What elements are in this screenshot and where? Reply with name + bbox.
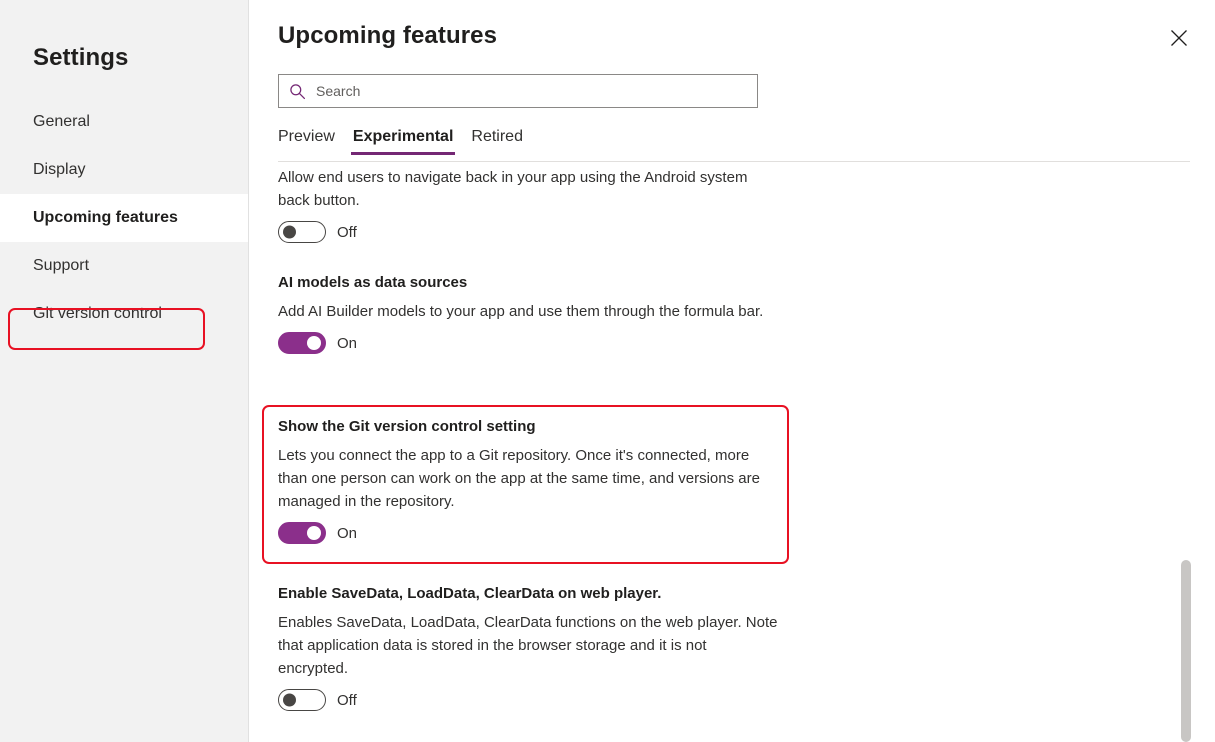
sidebar-item-label: Git version control <box>33 305 162 322</box>
toggle-enable-savedata-loaddata-cleardata[interactable] <box>278 689 326 711</box>
toggle-knob <box>283 225 296 239</box>
feature-description: Lets you connect the app to a Git reposi… <box>278 447 760 510</box>
settings-content: Upcoming features Preview Experimental <box>249 0 1215 742</box>
search-icon <box>289 83 306 100</box>
feature-item-android-back-button: Allow end users to navigate back in your… <box>278 166 778 243</box>
sidebar-item-git-version-control[interactable]: Git version control <box>0 290 248 338</box>
feature-list: Allow end users to navigate back in your… <box>249 162 1215 742</box>
tab-preview[interactable]: Preview <box>278 128 344 155</box>
feature-title: AI models as data sources <box>278 274 468 291</box>
toggle-ai-models-as-data-sources[interactable] <box>278 332 326 354</box>
feature-item-enable-savedata-loaddata-cleardata: Enable SaveData, LoadData, ClearData on … <box>278 584 778 711</box>
tab-label: Retired <box>471 128 523 145</box>
feature-description: Enables SaveData, LoadData, ClearData fu… <box>278 614 778 677</box>
tab-retired[interactable]: Retired <box>462 128 532 155</box>
settings-dialog: Settings General Display Upcoming featur… <box>0 0 1215 742</box>
feature-item-ai-models-as-data-sources: AI models as data sources Add AI Builder… <box>278 273 778 354</box>
toggle-show-git-version-control-setting[interactable] <box>278 522 326 544</box>
search-input[interactable] <box>314 75 749 107</box>
feature-tabs: Preview Experimental Retired <box>278 128 532 155</box>
tab-label: Preview <box>278 128 335 145</box>
toggle-state-label: Off <box>337 691 357 709</box>
feature-toggle-row: On <box>278 332 778 354</box>
toggle-knob <box>307 336 321 350</box>
feature-title: Show the Git version control setting <box>278 418 536 435</box>
toggle-android-back-button[interactable] <box>278 221 326 243</box>
toggle-state-label: On <box>337 524 358 542</box>
settings-sidebar: Settings General Display Upcoming featur… <box>0 0 249 742</box>
feature-toggle-row: Off <box>278 221 778 243</box>
sidebar-item-label: Support <box>33 257 90 274</box>
sidebar-nav: General Display Upcoming features Suppor… <box>0 98 248 338</box>
sidebar-item-support[interactable]: Support <box>0 242 248 290</box>
tab-experimental[interactable]: Experimental <box>344 128 462 155</box>
content-scrollbar[interactable] <box>1181 0 1191 742</box>
sidebar-item-label: Display <box>33 161 86 178</box>
feature-item-show-git-version-control-setting: Show the Git version control setting Let… <box>278 417 773 544</box>
feature-description: Allow end users to navigate back in your… <box>278 169 748 209</box>
toggle-state-label: Off <box>337 223 357 241</box>
tab-label: Experimental <box>352 128 454 145</box>
feature-toggle-row: On <box>278 522 773 544</box>
toggle-state-label: On <box>337 334 358 352</box>
page-title: Upcoming features <box>278 22 498 49</box>
search-box[interactable] <box>278 74 758 108</box>
feature-toggle-row: Off <box>278 689 778 711</box>
sidebar-item-label: General <box>33 113 90 130</box>
toggle-knob <box>283 693 296 707</box>
toggle-knob <box>307 526 321 540</box>
sidebar-item-display[interactable]: Display <box>0 146 248 194</box>
feature-title: Enable SaveData, LoadData, ClearData on … <box>278 585 662 602</box>
sidebar-item-label: Upcoming features <box>33 209 178 226</box>
sidebar-item-general[interactable]: General <box>0 98 248 146</box>
scrollbar-thumb[interactable] <box>1181 560 1191 742</box>
sidebar-title: Settings <box>33 44 129 71</box>
feature-description: Add AI Builder models to your app and us… <box>278 303 764 320</box>
close-icon[interactable] <box>1161 20 1197 56</box>
sidebar-item-upcoming-features[interactable]: Upcoming features <box>0 194 248 242</box>
